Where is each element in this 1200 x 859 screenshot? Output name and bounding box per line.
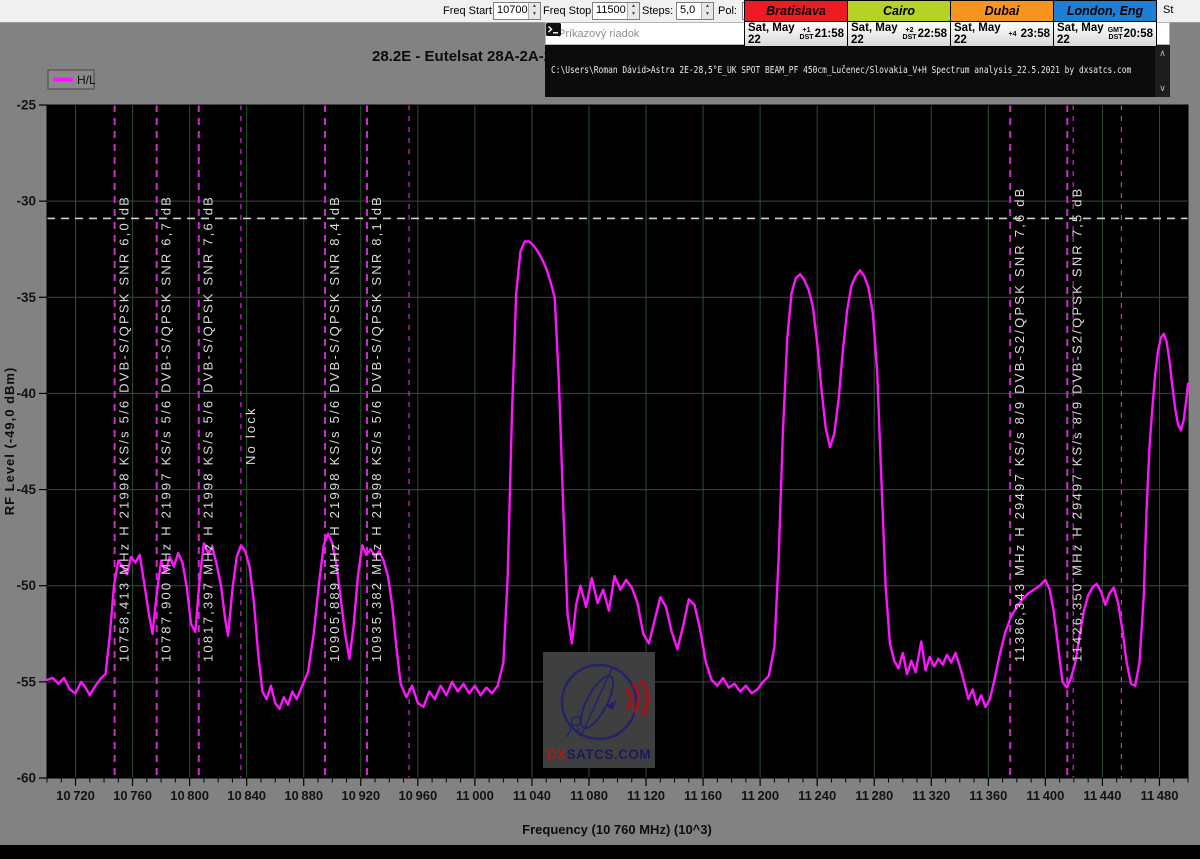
dxsatcs-logo: DXSATCS.COM bbox=[543, 652, 655, 768]
spin-down-icon[interactable]: ▼ bbox=[529, 11, 540, 19]
svg-text:-40: -40 bbox=[16, 386, 36, 401]
clipped-right-text: St bbox=[1163, 4, 1173, 16]
transponder-label: 10758,413 MHz H 21998 KS/s 5/6 DVB-S/QPS… bbox=[117, 195, 132, 662]
spin-up-icon[interactable]: ▲ bbox=[628, 3, 639, 11]
svg-text:-55: -55 bbox=[16, 674, 36, 689]
svg-text:11 000: 11 000 bbox=[456, 788, 494, 803]
clock-city: Dubai bbox=[951, 1, 1053, 22]
svg-text:10 800: 10 800 bbox=[170, 788, 209, 803]
clock-time-value: 21:58 bbox=[815, 28, 844, 40]
clock-dubai: Dubai Sat, May 22 +4 23:58 bbox=[950, 0, 1054, 47]
svg-text:11 240: 11 240 bbox=[798, 788, 836, 803]
transponder-label: No lock bbox=[243, 406, 258, 465]
transponder-label: 10905,889 MHz H 21998 KS/s 5/6 DVB-S/QPS… bbox=[327, 195, 342, 662]
clock-dst: DST bbox=[903, 34, 917, 41]
svg-text:11 480: 11 480 bbox=[1140, 788, 1178, 803]
transponder-label: 10787,900 MHz H 21997 KS/s 5/6 DVB-S/QPS… bbox=[159, 195, 174, 662]
transponder-label: 10935,382 MHz H 21998 KS/s 5/6 DVB-S/QPS… bbox=[369, 195, 384, 662]
scroll-down-icon[interactable]: ∨ bbox=[1155, 83, 1170, 94]
console-command-text: C:\Users\Roman Dávid>Astra 2E-28,5°E_UK … bbox=[551, 65, 1151, 76]
clock-city: London, Eng bbox=[1054, 1, 1156, 22]
svg-text:10 720: 10 720 bbox=[56, 788, 95, 803]
spin-up-icon[interactable]: ▲ bbox=[529, 3, 540, 11]
legend: H/L bbox=[48, 70, 96, 89]
clock-date: Sat, May 22 bbox=[954, 22, 1004, 46]
spin-up-icon[interactable]: ▲ bbox=[702, 3, 713, 11]
clock-city: Cairo bbox=[848, 1, 950, 22]
clock-cairo: Cairo Sat, May 22 +2DST 22:58 bbox=[847, 0, 951, 47]
spin-down-icon[interactable]: ▼ bbox=[702, 11, 713, 19]
svg-text:10 840: 10 840 bbox=[227, 788, 266, 803]
scroll-up-icon[interactable]: ∧ bbox=[1155, 48, 1170, 59]
spin-down-icon[interactable]: ▼ bbox=[628, 11, 639, 19]
clock-bratislava: Bratislava Sat, May 22 +1DST 21:58 bbox=[744, 0, 848, 47]
svg-text:11 360: 11 360 bbox=[969, 788, 1007, 803]
svg-text:-35: -35 bbox=[16, 290, 36, 305]
svg-text:-25: -25 bbox=[16, 98, 36, 113]
freq-stop-input[interactable]: 11500 ▲▼ bbox=[592, 2, 640, 20]
console-window: C:\Users\Roman Dávid>Astra 2E-28,5°E_UK … bbox=[545, 45, 1170, 97]
cmd-icon bbox=[546, 23, 561, 36]
svg-text:11 160: 11 160 bbox=[684, 788, 722, 803]
clock-dst: DST bbox=[1109, 34, 1123, 41]
clock-tz-offset: +4 bbox=[1009, 31, 1017, 38]
clock-date: Sat, May 22 bbox=[851, 22, 901, 46]
svg-text:-30: -30 bbox=[16, 194, 36, 209]
freq-start-label: Freq Start: bbox=[443, 5, 495, 17]
x-axis-title: Frequency (10 760 MHz) (10^3) bbox=[522, 822, 712, 837]
steps-label: Steps: bbox=[642, 5, 673, 17]
clock-date: Sat, May 22 bbox=[748, 22, 798, 46]
transponder-label: 11386,343 MHz H 29497 KS/s 8/9 DVB-S2/QP… bbox=[1012, 187, 1027, 663]
svg-text:11 200: 11 200 bbox=[741, 788, 779, 803]
steps-input[interactable]: 5,0 ▲▼ bbox=[676, 2, 714, 20]
svg-text:11 120: 11 120 bbox=[627, 788, 665, 803]
y-axis-title: RF Level (-49,0 dBm) bbox=[2, 367, 17, 516]
svg-text:11 320: 11 320 bbox=[912, 788, 950, 803]
svg-text:10 880: 10 880 bbox=[284, 788, 323, 803]
svg-text:11 440: 11 440 bbox=[1083, 788, 1121, 803]
svg-text:-50: -50 bbox=[16, 578, 36, 593]
clock-date: Sat, May 22 bbox=[1057, 22, 1107, 46]
transponder-label: 10817,397 MHz H 21998 KS/s 5/6 DVB-S/QPS… bbox=[201, 195, 216, 662]
clock-tz-offset: +2 bbox=[906, 27, 914, 34]
clock-tz-offset: GMT bbox=[1108, 27, 1124, 34]
svg-text:-45: -45 bbox=[16, 482, 36, 497]
logo-text: DXSATCS.COM bbox=[547, 747, 651, 762]
svg-text:11 400: 11 400 bbox=[1026, 788, 1064, 803]
clock-time-value: 22:58 bbox=[918, 28, 947, 40]
svg-text:10 920: 10 920 bbox=[341, 788, 380, 803]
freq-stop-label: Freq Stop: bbox=[543, 5, 594, 17]
legend-label: H/L bbox=[77, 73, 96, 87]
svg-text:11 280: 11 280 bbox=[855, 788, 893, 803]
spectrum-analyzer-chart: 28.2E - Eutelsat 28A-2A-2E-2F (TB H/L 10… bbox=[0, 0, 1200, 859]
clock-tz-offset: +1 bbox=[803, 27, 811, 34]
clock-london: London, Eng Sat, May 22 GMTDST 20:58 bbox=[1053, 0, 1157, 47]
transponder-label: 11426,350 MHz H 29497 KS/s 8/9 DVB-S2/QP… bbox=[1069, 187, 1084, 663]
cmd-taskbar-label: Príkazový riadok bbox=[558, 28, 639, 40]
svg-text:10 760: 10 760 bbox=[113, 788, 152, 803]
svg-text:-60: -60 bbox=[16, 771, 36, 786]
world-clocks: Bratislava Sat, May 22 +1DST 21:58 Cairo… bbox=[745, 0, 1157, 46]
svg-text:11 080: 11 080 bbox=[570, 788, 608, 803]
clock-city: Bratislava bbox=[745, 1, 847, 22]
svg-text:11 040: 11 040 bbox=[513, 788, 551, 803]
clock-dst: DST bbox=[800, 34, 814, 41]
freq-start-input[interactable]: 10700 ▲▼ bbox=[493, 2, 541, 20]
svg-text:10 960: 10 960 bbox=[398, 788, 437, 803]
clock-time-value: 23:58 bbox=[1021, 28, 1050, 40]
console-scrollbar[interactable]: ∧ ∨ bbox=[1155, 45, 1170, 97]
pol-label: Pol: bbox=[718, 5, 737, 17]
clock-time-value: 20:58 bbox=[1124, 28, 1153, 40]
